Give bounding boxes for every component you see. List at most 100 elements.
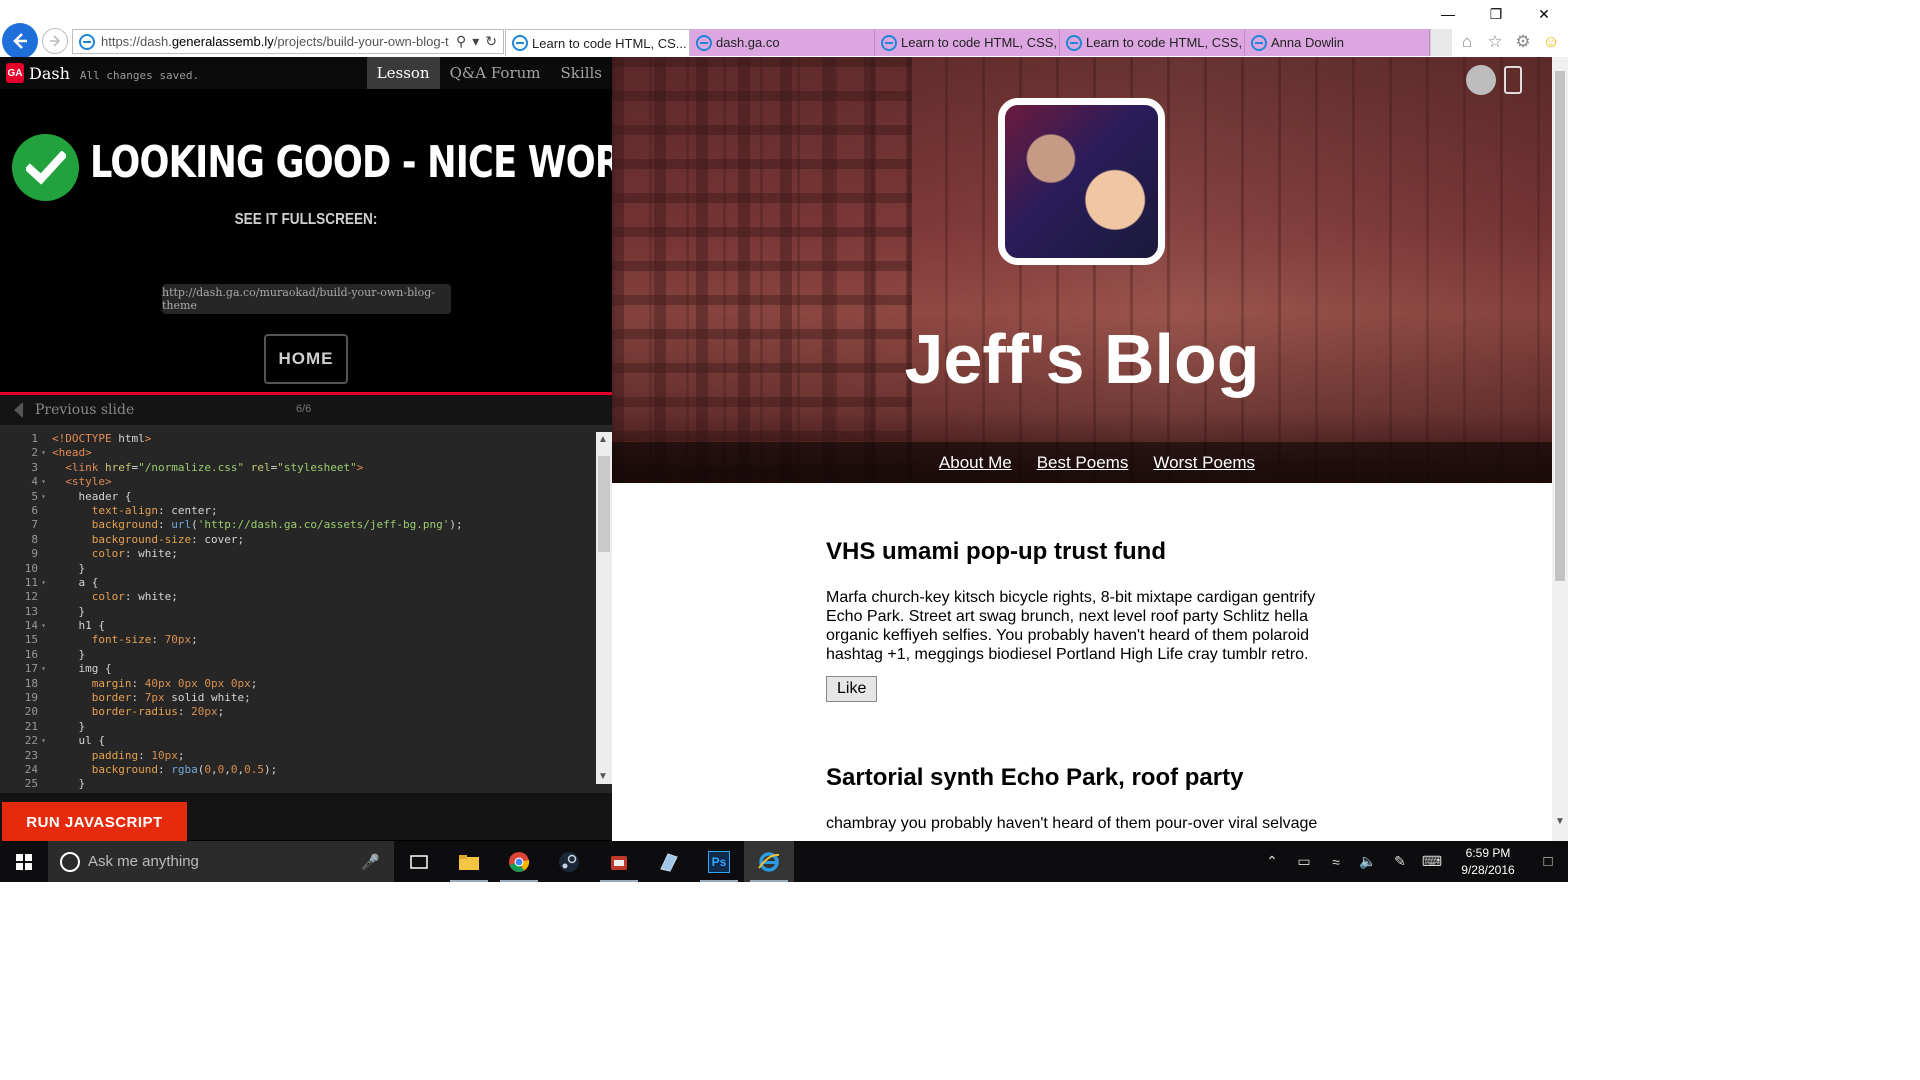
code-line[interactable]: padding: 10px; xyxy=(52,749,594,763)
app-icon[interactable] xyxy=(594,841,644,882)
nav-about-me[interactable]: About Me xyxy=(939,453,1012,473)
code-line[interactable]: background: rgba(0,0,0,0.5); xyxy=(52,763,594,777)
editor-scrollbar[interactable]: ▲ ▼ xyxy=(596,432,612,784)
blog-content: VHS umami pop-up trust fund Marfa church… xyxy=(826,538,1346,841)
restore-button[interactable]: ❐ xyxy=(1472,0,1520,28)
nav-best-poems[interactable]: Best Poems xyxy=(1037,453,1129,473)
address-url[interactable]: https://dash.generalassemb.ly/projects/b… xyxy=(101,34,456,49)
tab-skills[interactable]: Skills xyxy=(551,57,612,89)
battery-icon[interactable]: ▭ xyxy=(1288,853,1320,870)
code-line[interactable]: color: white; xyxy=(52,590,594,604)
code-line[interactable]: header { xyxy=(52,490,594,504)
tab-learn-to-code-2[interactable]: Learn to code HTML, CSS, a... xyxy=(875,29,1060,56)
chrome-icon[interactable] xyxy=(494,841,544,882)
favorites-star-icon[interactable]: ☆ xyxy=(1484,31,1506,53)
line-number: 18 xyxy=(24,676,38,690)
task-view-icon[interactable] xyxy=(394,841,444,882)
code-line[interactable]: <style> xyxy=(52,475,594,489)
code-line[interactable]: border: 7px solid white; xyxy=(52,691,594,705)
line-number: 16 xyxy=(24,647,38,661)
fullscreen-url-box[interactable]: http://dash.ga.co/muraokad/build-your-ow… xyxy=(162,284,451,314)
code-line[interactable]: margin: 40px 0px 0px 0px; xyxy=(52,677,594,691)
code-line[interactable]: } xyxy=(52,562,594,576)
scrollbar-thumb[interactable] xyxy=(1555,71,1565,581)
line-number: 10 xyxy=(24,561,38,575)
code-line[interactable]: font-size: 70px; xyxy=(52,633,594,647)
microphone-icon[interactable]: 🎤 xyxy=(361,853,380,871)
minimize-button[interactable]: — xyxy=(1424,0,1472,28)
address-bar[interactable]: https://dash.generalassemb.ly/projects/b… xyxy=(72,29,504,54)
code-line[interactable]: border-radius: 20px; xyxy=(52,705,594,719)
refresh-icon[interactable]: ↻ xyxy=(485,33,497,50)
code-editor[interactable]: 1234567891011121314151617181920212223242… xyxy=(0,426,612,793)
dropdown-icon[interactable]: ▾ xyxy=(472,33,479,50)
code-line[interactable]: h1 { xyxy=(52,619,594,633)
code-line[interactable]: text-align: center; xyxy=(52,504,594,518)
tab-learn-to-code-3[interactable]: Learn to code HTML, CSS, a... xyxy=(1060,29,1245,56)
paint-icon[interactable] xyxy=(644,841,694,882)
photoshop-icon[interactable]: Ps xyxy=(694,841,744,882)
settings-gear-icon[interactable]: ⚙ xyxy=(1512,31,1534,53)
internet-explorer-icon[interactable] xyxy=(744,841,794,882)
forward-button[interactable] xyxy=(42,28,68,54)
mobile-phone-icon[interactable] xyxy=(1504,66,1522,94)
preview-scrollbar[interactable]: ▼ xyxy=(1552,57,1568,841)
line-number: 15 xyxy=(24,633,38,647)
line-number-gutter: 1234567891011121314151617181920212223242… xyxy=(0,432,48,792)
code-line[interactable]: } xyxy=(52,777,594,791)
previous-arrow-icon[interactable] xyxy=(14,402,23,418)
close-window-button[interactable]: ✕ xyxy=(1520,0,1568,28)
code-line[interactable]: } xyxy=(52,605,594,619)
home-button[interactable]: HOME xyxy=(264,334,348,384)
like-button[interactable]: Like xyxy=(826,676,878,702)
run-javascript-button[interactable]: RUN JAVASCRIPT xyxy=(2,802,187,842)
code-line[interactable]: } xyxy=(52,648,594,662)
scroll-down-icon[interactable]: ▼ xyxy=(1555,816,1565,827)
steam-icon[interactable] xyxy=(544,841,594,882)
desktop-view-toggle[interactable] xyxy=(1466,65,1496,95)
chevron-up-icon[interactable]: ⌃ xyxy=(1256,853,1288,870)
volume-icon[interactable]: 🔈 xyxy=(1352,853,1384,870)
tab-qa-forum[interactable]: Q&A Forum xyxy=(440,57,551,89)
code-line[interactable]: background-size: cover; xyxy=(52,533,594,547)
scroll-up-icon[interactable]: ▲ xyxy=(598,434,608,445)
code-line[interactable]: img { xyxy=(52,662,594,676)
smiley-feedback-icon[interactable]: ☺ xyxy=(1540,31,1562,53)
tab-dash-ga-co[interactable]: dash.ga.co xyxy=(690,29,875,56)
device-toggle xyxy=(1466,65,1522,95)
keyboard-icon[interactable]: ⌨ xyxy=(1416,853,1448,870)
code-line[interactable]: <link href="/normalize.css" rel="stylesh… xyxy=(52,461,594,475)
clock[interactable]: 6:59 PM 9/28/2016 xyxy=(1448,845,1528,879)
ga-logo[interactable]: GA xyxy=(6,63,24,83)
code-line[interactable]: ul { xyxy=(52,734,594,748)
code-line[interactable]: } xyxy=(52,720,594,734)
tab-learn-to-code-active[interactable]: Learn to code HTML, CS... ✕ xyxy=(505,29,690,56)
tab-lesson[interactable]: Lesson xyxy=(366,57,440,89)
scroll-down-icon[interactable]: ▼ xyxy=(598,771,608,782)
wifi-icon[interactable]: ≈ xyxy=(1320,854,1352,870)
previous-slide-link[interactable]: Previous slide xyxy=(35,402,134,418)
code-line[interactable]: background: url('http://dash.ga.co/asset… xyxy=(52,518,594,532)
post-body: chambray you probably haven't heard of t… xyxy=(826,815,1318,832)
post-title: Sartorial synth Echo Park, roof party xyxy=(826,764,1244,791)
code-line[interactable]: <head> xyxy=(52,446,594,460)
code-line[interactable]: color: white; xyxy=(52,547,594,561)
pen-icon[interactable]: ✎ xyxy=(1384,853,1416,870)
blog-title: Jeff's Blog xyxy=(904,320,1260,398)
notification-center-icon[interactable]: □ xyxy=(1528,853,1568,870)
file-explorer-icon[interactable] xyxy=(444,841,494,882)
start-button[interactable] xyxy=(0,841,48,882)
cortana-search-box[interactable]: Ask me anything 🎤 xyxy=(48,841,394,882)
scrollbar-thumb[interactable] xyxy=(598,456,610,552)
forward-arrow-icon xyxy=(50,35,61,47)
home-icon[interactable]: ⌂ xyxy=(1456,31,1478,53)
new-tab-button[interactable] xyxy=(1430,29,1452,56)
code-content[interactable]: <!DOCTYPE html> <head> <link href="/norma… xyxy=(52,432,594,792)
search-icon[interactable]: ⚲ xyxy=(456,33,466,50)
back-button[interactable] xyxy=(2,23,38,59)
code-line[interactable]: <!DOCTYPE html> xyxy=(52,432,594,446)
tab-anna-dowlin[interactable]: Anna Dowlin xyxy=(1245,29,1430,56)
code-line[interactable]: a { xyxy=(52,576,594,590)
nav-worst-poems[interactable]: Worst Poems xyxy=(1153,453,1255,473)
windows-taskbar: Ask me anything 🎤 Ps ⌃ ▭ ≈ 🔈 ✎ ⌨ 6:59 PM… xyxy=(0,841,1568,882)
